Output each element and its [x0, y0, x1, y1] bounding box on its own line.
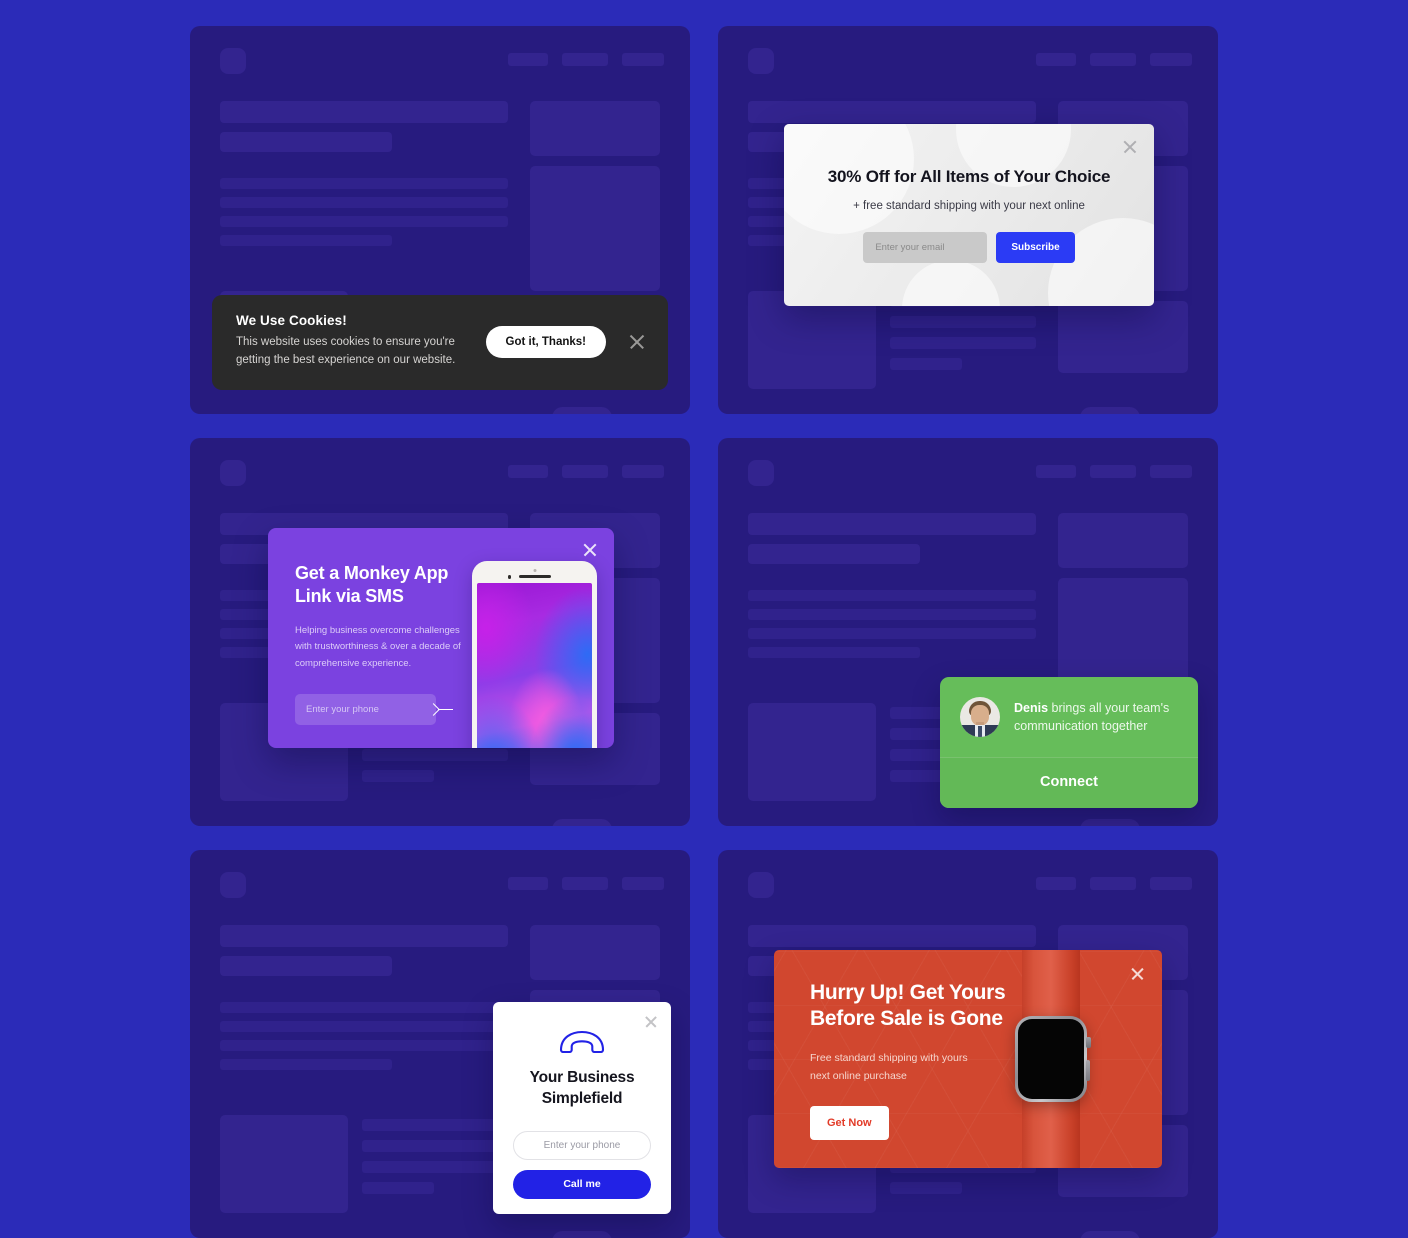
close-icon[interactable]	[582, 542, 598, 558]
skeleton-heading	[748, 101, 1036, 123]
smartphone-mockup-image	[472, 561, 597, 748]
email-input[interactable]	[863, 232, 988, 263]
nav-placeholder-group	[1036, 465, 1192, 478]
sale-title-line-2: Before Sale is Gone	[810, 1007, 1003, 1031]
sms-link-popup: Get a Monkey App Link via SMS Helping bu…	[268, 528, 614, 748]
skeleton-sidebar-box	[1058, 513, 1188, 568]
sms-title-line-1: Get a Monkey App	[295, 563, 449, 583]
preview-card-sms-link: Get a Monkey App Link via SMS Helping bu…	[190, 438, 690, 826]
skeleton-heading	[220, 101, 508, 123]
skeleton-sidebar-box	[530, 925, 660, 980]
team-connect-popup: Denis brings all your team's communicati…	[940, 677, 1198, 808]
skeleton-sidebar-box	[530, 166, 660, 291]
sale-body-line-1: Free standard shipping with yours	[810, 1051, 968, 1064]
skeleton-sidebar-box	[530, 101, 660, 156]
connect-button[interactable]: Connect	[940, 757, 1198, 808]
skeleton-heading	[748, 925, 1036, 947]
skeleton-subheading	[220, 956, 392, 976]
phone-input[interactable]	[306, 704, 438, 716]
skeleton-heading	[220, 925, 508, 947]
phone-camera-icon	[533, 569, 536, 572]
skeleton-button	[552, 1231, 612, 1238]
watch-screen	[1018, 1019, 1084, 1099]
cookie-consent-banner: We Use Cookies! This website uses cookie…	[212, 295, 668, 390]
close-icon[interactable]	[628, 333, 646, 351]
close-icon[interactable]	[644, 1015, 658, 1029]
logo-placeholder-icon	[220, 872, 246, 898]
close-icon[interactable]	[1130, 966, 1145, 981]
phone-wallpaper	[477, 583, 592, 748]
call-me-button[interactable]: Call me	[513, 1169, 651, 1199]
sale-popup-body: Free standard shipping with yours next o…	[810, 1049, 1028, 1086]
watch-crown-icon	[1086, 1037, 1091, 1048]
phone-sensor-icon	[507, 575, 511, 579]
preview-card-call-request: Your Business Simplefield Call me	[190, 850, 690, 1238]
flash-sale-popup: Hurry Up! Get Yours Before Sale is Gone …	[774, 950, 1162, 1168]
cookie-accept-button[interactable]: Got it, Thanks!	[485, 325, 606, 358]
sms-popup-title: Get a Monkey App Link via SMS	[295, 562, 473, 608]
logo-placeholder-icon	[748, 460, 774, 486]
sale-title-line-1: Hurry Up! Get Yours	[810, 981, 1006, 1004]
skeleton-button	[552, 819, 612, 826]
avatar	[960, 697, 1000, 737]
subscribe-button[interactable]: Subscribe	[996, 232, 1075, 263]
cookie-title: We Use Cookies!	[236, 313, 347, 329]
sale-popup-title: Hurry Up! Get Yours Before Sale is Gone	[810, 980, 1028, 1033]
skeleton-paragraph	[220, 1002, 508, 1070]
nav-placeholder-group	[508, 465, 664, 478]
logo-placeholder-icon	[748, 872, 774, 898]
nav-placeholder-group	[508, 53, 664, 66]
logo-placeholder-icon	[220, 460, 246, 486]
call-popup-title: Your Business Simplefield	[513, 1068, 651, 1110]
skeleton-button	[1080, 407, 1140, 414]
newsletter-popup: 30% Off for All Items of Your Choice + f…	[784, 124, 1154, 306]
cookie-body-text: This website uses cookies to ensure you'…	[236, 336, 456, 367]
phone-input-group	[295, 694, 453, 726]
newsletter-title: 30% Off for All Items of Your Choice	[827, 167, 1111, 186]
decorative-circle	[902, 260, 1000, 306]
call-request-popup: Your Business Simplefield Call me	[493, 1002, 671, 1214]
smartwatch-image	[1015, 1016, 1091, 1102]
call-title-line-1: Your Business	[529, 1069, 635, 1086]
nav-placeholder-group	[1036, 53, 1192, 66]
logo-placeholder-icon	[748, 48, 774, 74]
phone-speaker-icon	[518, 575, 551, 578]
skeleton-paragraph	[748, 590, 1036, 658]
skeleton-button	[552, 407, 612, 414]
nav-placeholder-group	[1036, 877, 1192, 890]
sale-body-line-2: next online purchase	[810, 1070, 907, 1083]
call-title-line-2: Simplefield	[541, 1089, 623, 1107]
skeleton-subheading	[220, 132, 392, 152]
phone-input[interactable]	[513, 1130, 651, 1160]
preview-card-cookie-consent: We Use Cookies! This website uses cookie…	[190, 26, 690, 414]
skeleton-subheading	[748, 544, 920, 564]
preview-card-flash-sale: Hurry Up! Get Yours Before Sale is Gone …	[718, 850, 1218, 1238]
skeleton-button	[1080, 1231, 1140, 1238]
connect-message: Denis brings all your team's communicati…	[1014, 699, 1180, 735]
sms-title-line-2: Link via SMS	[295, 586, 404, 607]
skeleton-thumbnail	[220, 1115, 348, 1213]
preview-card-team-connect: Denis brings all your team's communicati…	[718, 438, 1218, 826]
logo-placeholder-icon	[220, 48, 246, 74]
close-icon[interactable]	[1122, 139, 1138, 155]
connect-person-name: Denis	[1014, 700, 1049, 715]
skeleton-thumbnail	[748, 703, 876, 801]
watch-side-button-icon	[1086, 1060, 1090, 1081]
skeleton-heading	[748, 513, 1036, 535]
skeleton-sidebar-box	[1058, 301, 1188, 373]
preview-card-newsletter: 30% Off for All Items of Your Choice + f…	[718, 26, 1218, 414]
newsletter-subtitle: + free standard shipping with your next …	[853, 200, 1085, 212]
skeleton-paragraph	[220, 178, 508, 246]
popup-gallery-grid: We Use Cookies! This website uses cookie…	[0, 0, 1408, 1238]
phone-handset-icon	[513, 1028, 651, 1054]
nav-placeholder-group	[508, 877, 664, 890]
get-now-button[interactable]: Get Now	[810, 1105, 889, 1140]
skeleton-button	[1080, 819, 1140, 826]
sms-popup-body: Helping business overcome challenges wit…	[295, 625, 461, 669]
